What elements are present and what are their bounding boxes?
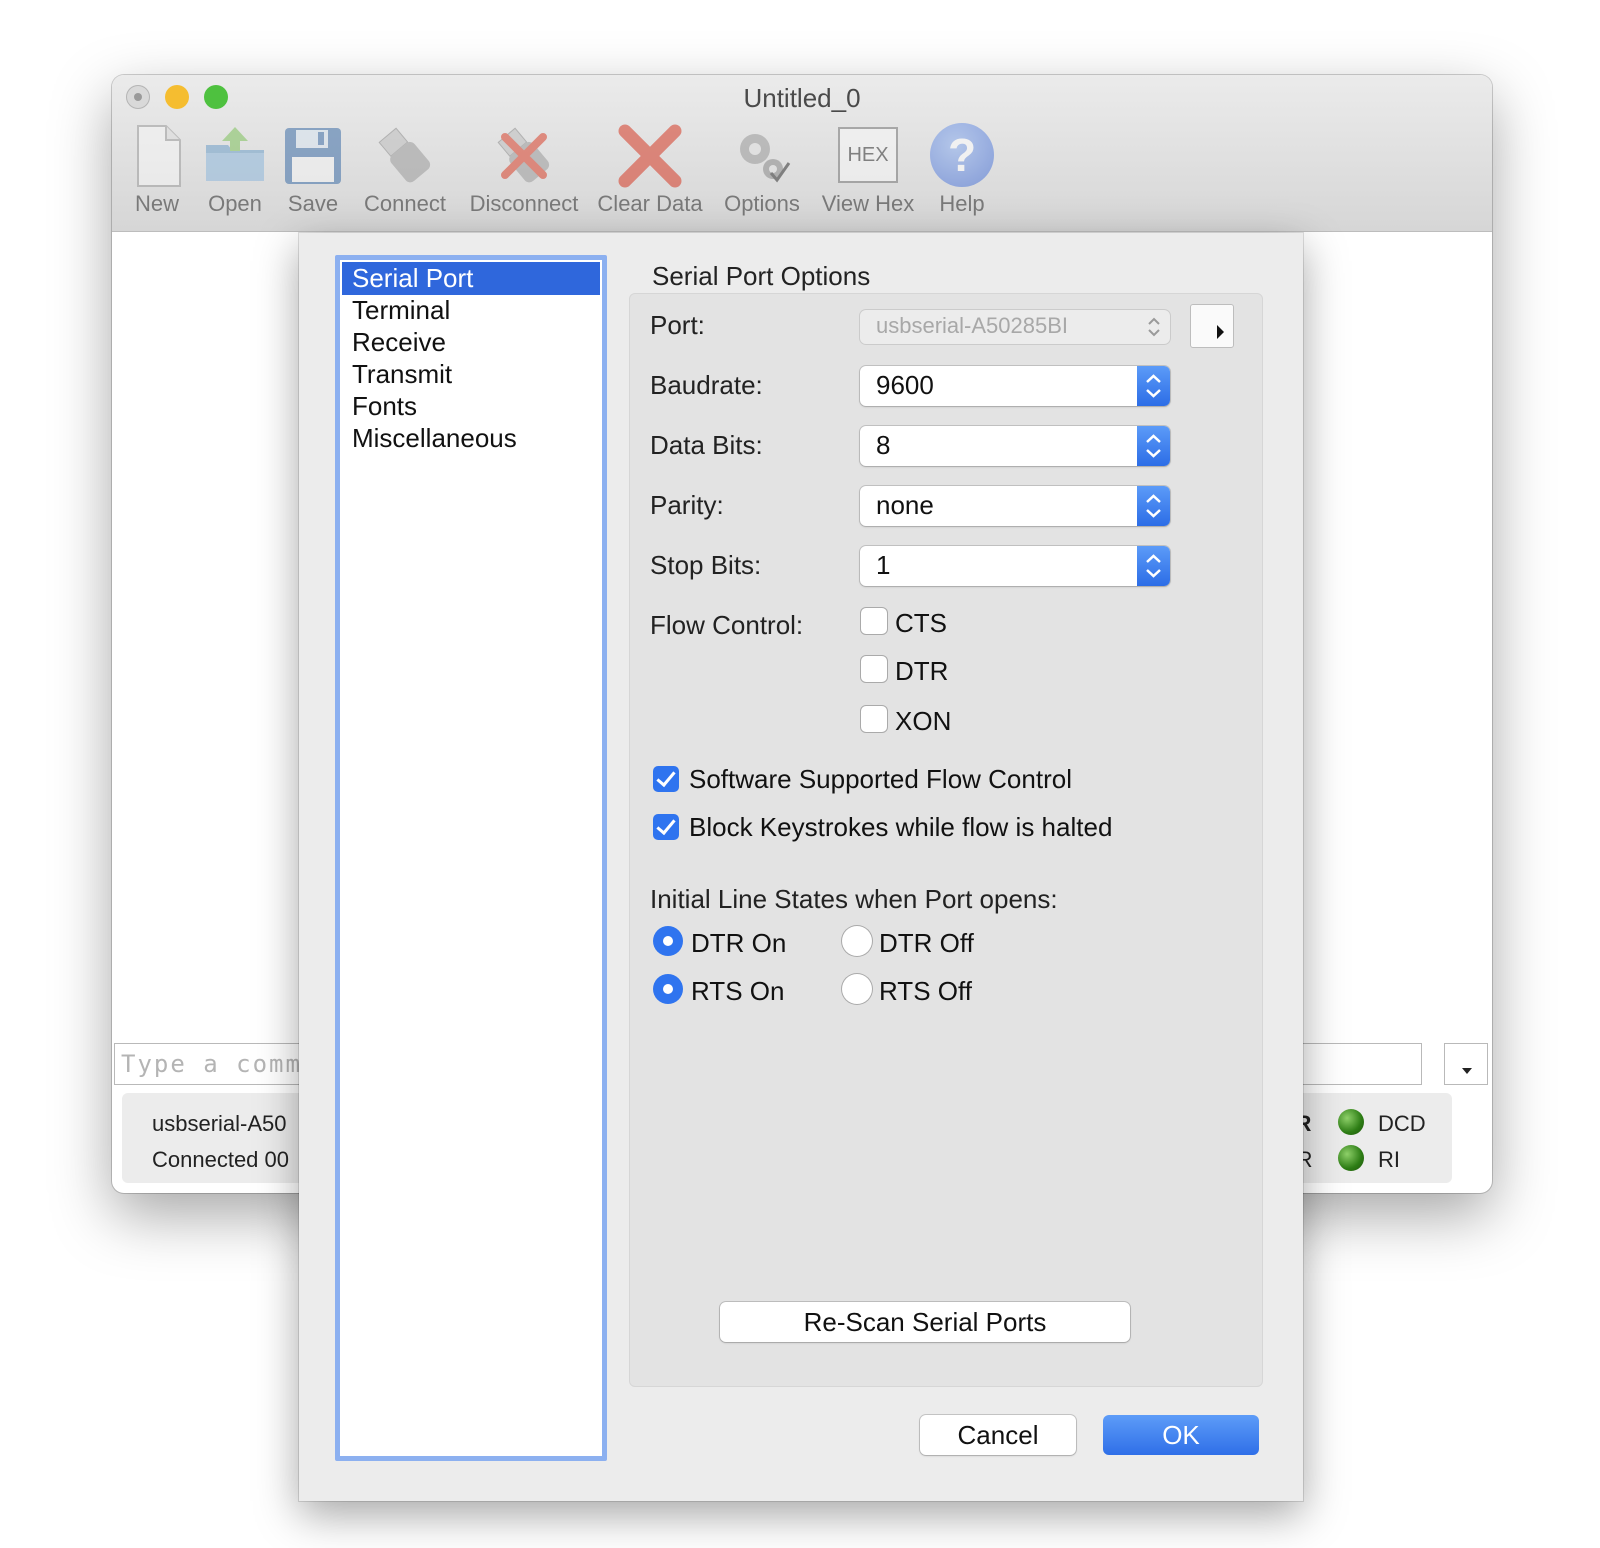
toolbar-view-hex-button[interactable]: HEX View Hex <box>818 123 918 223</box>
parity-label: Parity: <box>650 490 724 520</box>
category-list[interactable]: Serial Port Terminal Receive Transmit Fo… <box>335 255 607 1461</box>
dtr-on-label: DTR On <box>691 928 787 958</box>
block-keystrokes-checkbox[interactable] <box>653 814 679 840</box>
category-fonts[interactable]: Fonts <box>342 390 600 423</box>
toolbar-disconnect-button[interactable]: Disconnect <box>466 123 582 223</box>
data-bits-value: 8 <box>876 430 891 460</box>
chevron-up-down-icon <box>1137 366 1170 406</box>
toolbar-new-label: New <box>134 191 179 216</box>
flow-control-label: Flow Control: <box>650 610 804 640</box>
new-document-icon <box>137 125 181 187</box>
toolbar-help-button[interactable]: ? Help <box>927 123 997 223</box>
dtr-off-label: DTR Off <box>879 928 974 958</box>
toolbar-options-label: Options <box>724 191 800 216</box>
usb-plug-icon <box>378 127 431 183</box>
toolbar-connect-button[interactable]: Connect <box>362 123 448 223</box>
status-ri-label: RI <box>1378 1147 1400 1172</box>
red-x-icon <box>618 124 682 188</box>
usb-plug-cross-icon <box>497 127 550 183</box>
chevron-up-down-icon <box>1137 426 1170 466</box>
rts-off-label: RTS Off <box>879 976 972 1006</box>
port-label: Port: <box>650 310 705 340</box>
dtr-off-radio[interactable] <box>842 926 872 956</box>
cts-checkbox[interactable] <box>861 608 887 634</box>
rts-on-label: RTS On <box>691 976 785 1006</box>
section-title: Serial Port Options <box>652 261 871 291</box>
toolbar-save-label: Save <box>287 191 339 216</box>
data-bits-label: Data Bits: <box>650 430 763 460</box>
gears-icon <box>740 134 791 183</box>
triangle-down-icon <box>1462 1068 1472 1074</box>
window-title: Untitled_0 <box>743 83 861 113</box>
parity-select[interactable]: none <box>860 486 1170 526</box>
category-receive[interactable]: Receive <box>342 326 600 359</box>
ri-indicator-icon <box>1338 1145 1364 1171</box>
hex-icon: HEX <box>838 127 898 183</box>
dtr-checkbox[interactable] <box>861 656 887 682</box>
stop-bits-label: Stop Bits: <box>650 550 762 580</box>
toolbar-disconnect-label: Disconnect <box>469 191 579 216</box>
serial-port-options-box: Port: usbserial-A50285BI Baudrate: 9600 … <box>629 293 1263 1387</box>
port-info-button[interactable] <box>1190 304 1234 348</box>
software-flow-control-checkbox[interactable] <box>653 766 679 792</box>
floppy-disk-icon <box>285 128 341 184</box>
toolbar-connect-label: Connect <box>364 191 446 216</box>
line-states-title: Initial Line States when Port opens: <box>650 884 1058 914</box>
toolbar-open-button[interactable]: Open <box>200 123 270 223</box>
baudrate-label: Baudrate: <box>650 370 763 400</box>
cts-label: CTS <box>895 608 947 638</box>
status-dcd-label: DCD <box>1378 1111 1426 1136</box>
port-select[interactable]: usbserial-A50285BI <box>860 310 1170 344</box>
ok-button[interactable]: OK <box>1103 1415 1259 1455</box>
chevron-up-down-icon <box>1148 317 1160 337</box>
toolbar-help-label: Help <box>939 191 985 216</box>
category-transmit[interactable]: Transmit <box>342 358 600 391</box>
category-miscellaneous[interactable]: Miscellaneous <box>342 422 600 455</box>
status-port-name: usbserial-A50 <box>152 1111 287 1136</box>
block-keystrokes-label: Block Keystrokes while flow is halted <box>689 812 1113 842</box>
toolbar-new-button[interactable]: New <box>122 123 192 223</box>
command-history-dropdown[interactable] <box>1444 1043 1488 1085</box>
question-mark-icon: ? <box>930 123 994 187</box>
dcd-indicator-icon <box>1338 1109 1364 1135</box>
software-flow-control-label: Software Supported Flow Control <box>689 764 1072 794</box>
dtr-on-radio[interactable] <box>653 926 683 956</box>
rts-off-radio[interactable] <box>842 974 872 1004</box>
folder-open-icon <box>206 127 264 181</box>
toolbar-view-hex-label: View Hex <box>821 191 915 216</box>
xon-checkbox[interactable] <box>861 706 887 732</box>
xon-label: XON <box>895 706 952 736</box>
baudrate-select[interactable]: 9600 <box>860 366 1170 406</box>
parity-value: none <box>876 490 934 520</box>
toolbar-options-button[interactable]: Options <box>720 123 804 223</box>
rts-on-radio[interactable] <box>653 974 683 1004</box>
baudrate-value: 9600 <box>876 370 934 400</box>
toolbar-save-button[interactable]: Save <box>280 123 346 223</box>
dtr-label: DTR <box>895 656 949 686</box>
toolbar-clear-data-button[interactable]: Clear Data <box>596 123 704 223</box>
triangle-right-icon <box>1217 325 1224 339</box>
cancel-button[interactable]: Cancel <box>920 1415 1076 1455</box>
data-bits-select[interactable]: 8 <box>860 426 1170 466</box>
options-dialog: Serial Port Terminal Receive Transmit Fo… <box>299 233 1303 1501</box>
chevron-up-down-icon <box>1137 546 1170 586</box>
chevron-up-down-icon <box>1137 486 1170 526</box>
toolbar-clear-data-label: Clear Data <box>597 191 703 216</box>
port-value: usbserial-A50285BI <box>876 313 1069 338</box>
category-serial-port[interactable]: Serial Port <box>342 262 600 295</box>
stop-bits-select[interactable]: 1 <box>860 546 1170 586</box>
status-connection: Connected 00 <box>152 1147 289 1172</box>
rescan-serial-ports-button[interactable]: Re-Scan Serial Ports <box>720 1302 1130 1342</box>
title-bar: Untitled_0 New Open Save Connect Disconn… <box>112 75 1492 232</box>
category-terminal[interactable]: Terminal <box>342 294 600 327</box>
stop-bits-value: 1 <box>876 550 891 580</box>
toolbar-open-label: Open <box>208 191 262 216</box>
